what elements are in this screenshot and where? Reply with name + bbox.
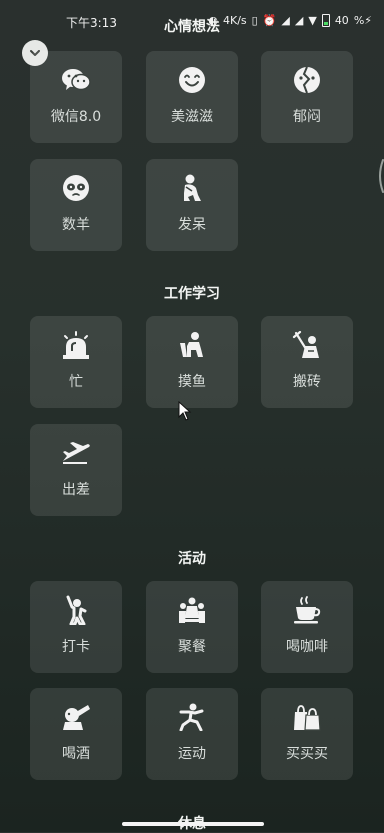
status-tile-label: 喝酒 (62, 746, 90, 762)
section-title-work-study: 工作学习 (164, 286, 220, 302)
running-figure-icon (146, 702, 238, 732)
coffee-cup-icon (261, 595, 353, 625)
status-tile-exercise[interactable]: 运动 (146, 688, 238, 780)
status-tile-label: 摸鱼 (178, 374, 206, 390)
status-tile-gloomy[interactable]: 郁闷 (261, 51, 353, 143)
status-tile-brick-moving[interactable]: 搬砖 (261, 316, 353, 408)
section-title-activities: 活动 (178, 551, 206, 567)
status-tile-label: 搬砖 (293, 374, 321, 390)
status-tile-label: 运动 (178, 746, 206, 762)
status-tile-wechat[interactable]: 微信8.0 (30, 51, 122, 143)
dinner-gathering-icon (146, 595, 238, 625)
shopping-bag-icon (261, 702, 353, 732)
status-tile-slacking[interactable]: 摸鱼 (146, 316, 238, 408)
section-title-mood: 心情想法 (164, 19, 220, 35)
status-tile-happy[interactable]: 美滋滋 (146, 51, 238, 143)
status-tile-label: 美滋滋 (171, 109, 213, 125)
alarm-siren-icon (30, 330, 122, 360)
status-tile-busy[interactable]: 忙 (30, 316, 122, 408)
airplane-icon (30, 438, 122, 468)
sheep-icon (30, 173, 122, 203)
status-tile-label: 喝咖啡 (286, 639, 328, 655)
status-tile-coffee[interactable]: 喝咖啡 (261, 581, 353, 673)
status-tile-label: 忙 (69, 374, 83, 390)
gloomy-face-icon (261, 65, 353, 95)
status-tile-label: 买买买 (286, 746, 328, 762)
drinking-figure-icon (30, 702, 122, 732)
status-tile-drinking[interactable]: 喝酒 (30, 688, 122, 780)
status-tile-shopping[interactable]: 买买买 (261, 688, 353, 780)
status-tile-business-trip[interactable]: 出差 (30, 424, 122, 516)
home-indicator[interactable] (122, 822, 264, 826)
status-tile-label: 微信8.0 (50, 109, 102, 125)
status-tile-dinner[interactable]: 聚餐 (146, 581, 238, 673)
status-tile-label: 数羊 (62, 217, 90, 233)
status-tile-counting-sheep[interactable]: 数羊 (30, 159, 122, 251)
status-tile-check-in[interactable]: 打卡 (30, 581, 122, 673)
status-tile-label: 郁闷 (293, 109, 321, 125)
check-in-figure-icon (30, 595, 122, 625)
side-drawer-handle[interactable] (376, 158, 384, 194)
brick-worker-icon (261, 330, 353, 360)
status-tile-label: 打卡 (62, 639, 90, 655)
status-tile-label: 发呆 (178, 217, 206, 233)
status-tile-label: 聚餐 (178, 639, 206, 655)
status-tile-daydream[interactable]: 发呆 (146, 159, 238, 251)
wechat-icon (30, 65, 122, 95)
slacking-figure-icon (146, 330, 238, 360)
smile-face-icon (146, 65, 238, 95)
status-tile-label: 出差 (62, 482, 90, 498)
mouse-cursor-icon (178, 401, 192, 421)
daydream-figure-icon (146, 173, 238, 203)
